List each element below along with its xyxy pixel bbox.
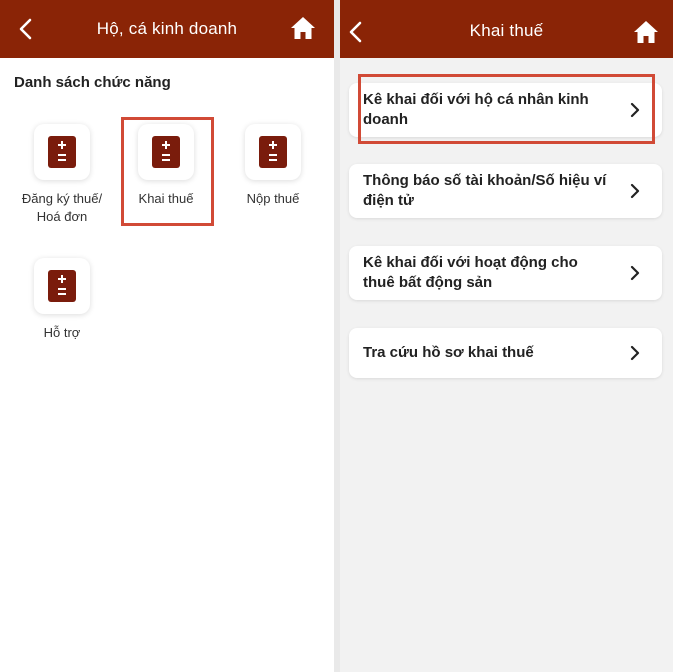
function-ho-tro[interactable]: Hỗ trợ	[10, 258, 114, 342]
list-item-ke-khai-cho-thue-bds[interactable]: Kê khai đối với hoạt động cho thuê bất đ…	[349, 246, 662, 300]
right-header-title: Khai thuế	[469, 21, 544, 40]
highlight-box	[358, 74, 655, 144]
function-nop-thue[interactable]: Nộp thuế	[221, 124, 325, 208]
list-item-tra-cuu-ho-so[interactable]: Tra cứu hồ sơ khai thuế	[349, 328, 662, 378]
function-label: Hỗ trợ	[10, 324, 114, 342]
section-title: Danh sách chức năng	[14, 74, 171, 91]
function-label-line2: Hoá đơn	[36, 209, 88, 224]
function-dang-ky-thue[interactable]: Đăng ký thuế/ Hoá đơn	[10, 124, 114, 226]
chevron-right-icon	[630, 345, 640, 361]
function-label-line1: Hỗ trợ	[43, 325, 81, 340]
function-label: Đăng ký thuế/ Hoá đơn	[10, 190, 114, 226]
right-header: Khai thuế	[340, 0, 673, 58]
left-header-title: Hộ, cá kinh doanh	[96, 19, 238, 38]
function-icon-box	[34, 258, 90, 314]
right-screen: Khai thuế Kê khai đối với hộ cá nhân kin…	[340, 0, 673, 672]
home-icon[interactable]	[290, 16, 316, 40]
list-item-thong-bao-so-tai-khoan[interactable]: Thông báo số tài khoản/Số hiệu ví điện t…	[349, 164, 662, 218]
chevron-right-icon	[630, 265, 640, 281]
home-icon[interactable]	[633, 20, 659, 44]
list-item-label: Tra cứu hồ sơ khai thuế	[363, 344, 534, 361]
function-label: Nộp thuế	[221, 190, 325, 208]
function-icon-box	[245, 124, 301, 180]
calculator-icon	[259, 136, 287, 168]
function-label-line1: Đăng ký thuế/	[21, 191, 103, 206]
left-header: Hộ, cá kinh doanh	[0, 0, 334, 58]
list-item-label: Thông báo số tài khoản/Số hiệu ví điện t…	[363, 172, 607, 209]
list-item-label: Kê khai đối với hoạt động cho thuê bất đ…	[363, 254, 578, 291]
highlight-box	[121, 117, 214, 226]
left-screen: Hộ, cá kinh doanh Danh sách chức năng Đă…	[0, 0, 334, 672]
function-icon-box	[34, 124, 90, 180]
chevron-right-icon	[630, 183, 640, 199]
calculator-icon	[48, 270, 76, 302]
function-label-line1: Nộp thuế	[246, 191, 300, 206]
calculator-icon	[48, 136, 76, 168]
